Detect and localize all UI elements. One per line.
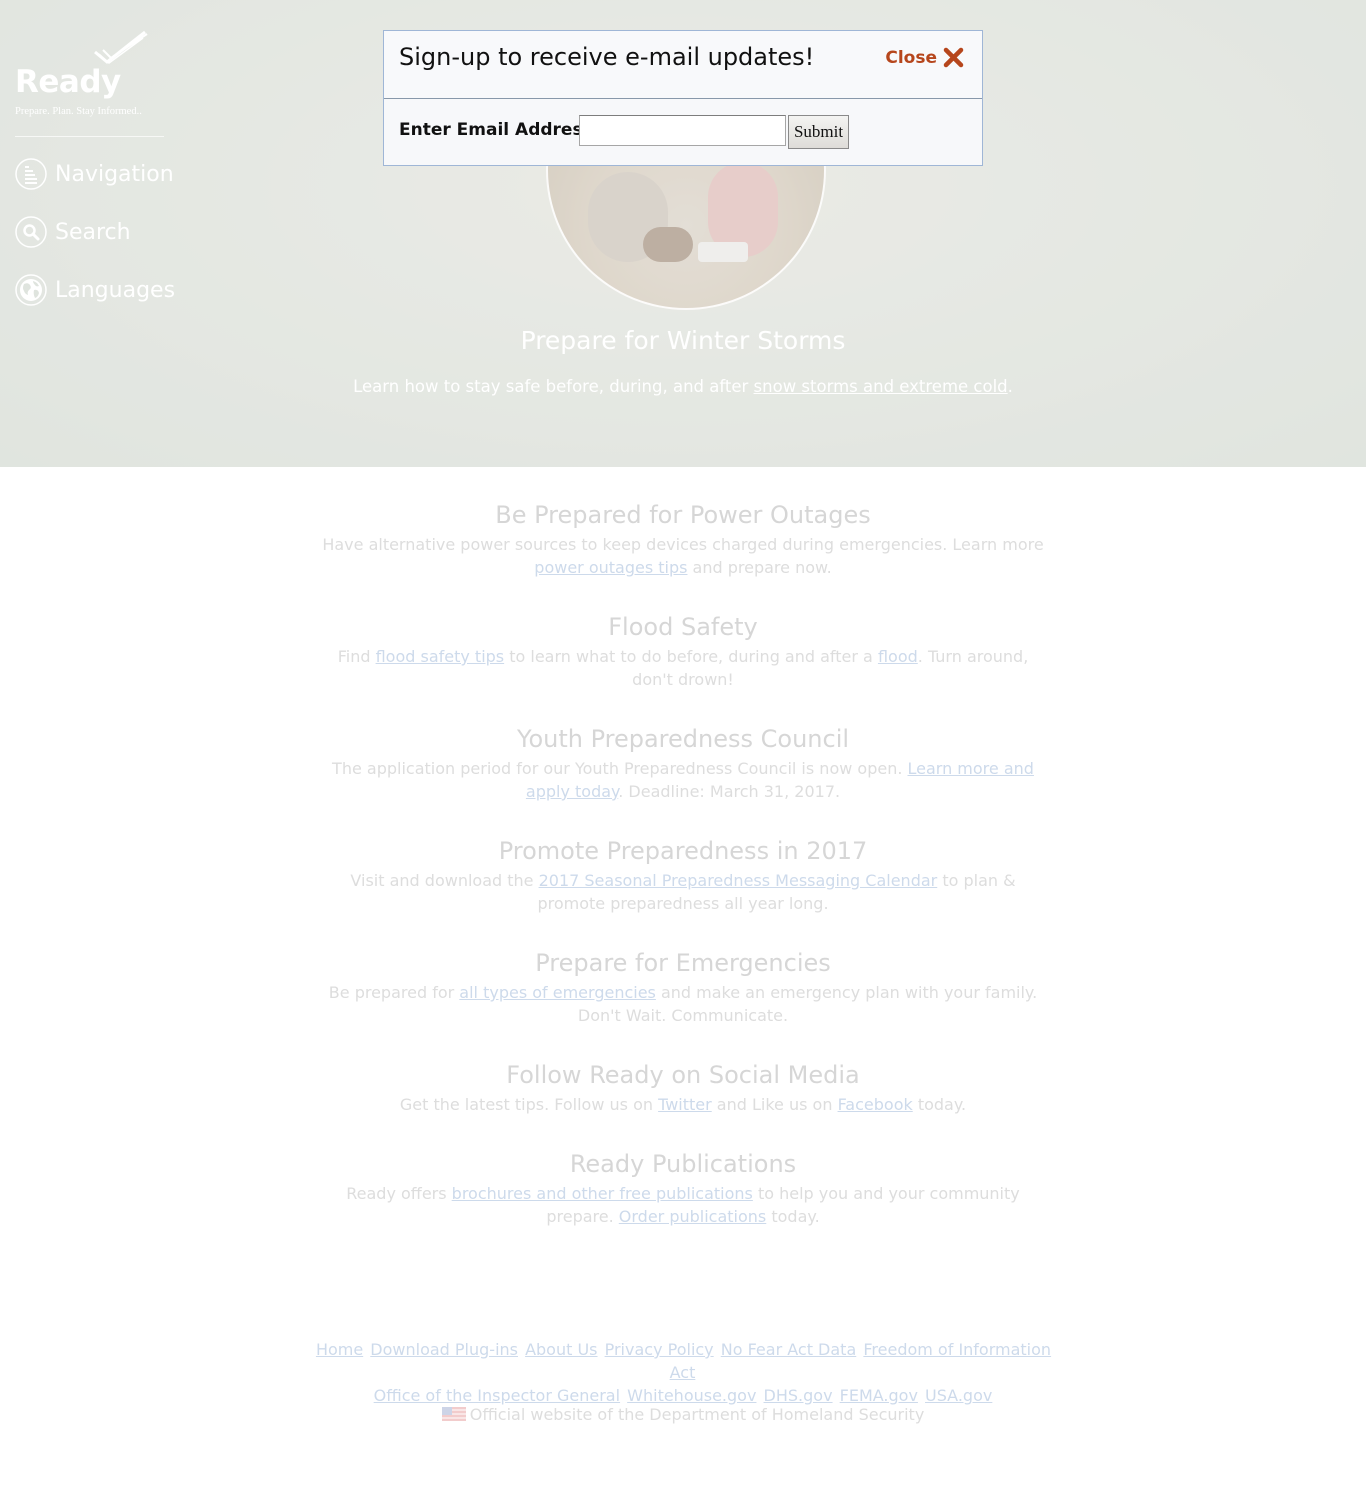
section-text: Have alternative power sources to keep d…: [300, 533, 1066, 579]
navigation-icon: [15, 158, 47, 190]
hero-subtitle: Learn how to stay safe before, during, a…: [0, 377, 1366, 396]
sidebar-divider: [15, 136, 164, 137]
footer-link-home[interactable]: Home: [316, 1340, 363, 1359]
section-title: Flood Safety: [608, 613, 758, 641]
footer-link-privacy[interactable]: Privacy Policy: [605, 1340, 714, 1359]
text: The application period for our Youth Pre…: [332, 759, 908, 778]
power-outages-tips-link[interactable]: power outages tips: [534, 558, 687, 577]
section-title: Follow Ready on Social Media: [506, 1061, 860, 1089]
submit-button[interactable]: Submit: [788, 115, 849, 149]
checkmark-logo-icon: [94, 30, 148, 64]
hero-title: Prepare for Winter Storms: [520, 326, 846, 355]
publications-link[interactable]: brochures and other free publications: [452, 1184, 753, 1203]
twitter-link[interactable]: Twitter: [658, 1095, 712, 1114]
official-website-notice: Official website of the Department of Ho…: [0, 1405, 1366, 1424]
section-title: Ready Publications: [569, 1150, 797, 1178]
text: today.: [766, 1207, 820, 1226]
sidebar-item-navigation[interactable]: Navigation: [15, 157, 174, 191]
sidebar-item-label: Search: [55, 219, 131, 245]
close-button[interactable]: Close: [885, 47, 964, 68]
ready-logo[interactable]: Ready Prepare. Plan. Stay Informed..: [15, 30, 165, 125]
section-power-outages: Be Prepared for Power Outages Have alter…: [300, 499, 1066, 579]
footer-link-dhs[interactable]: DHS.gov: [764, 1386, 833, 1405]
email-input[interactable]: [579, 115, 786, 146]
sidebar: Ready Prepare. Plan. Stay Informed.. Nav…: [0, 0, 180, 467]
text: Be prepared for: [328, 983, 460, 1002]
facebook-link[interactable]: Facebook: [838, 1095, 913, 1114]
section-publications: Ready Publications Ready offers brochure…: [300, 1148, 1066, 1228]
footer-link-inspector-general[interactable]: Office of the Inspector General: [374, 1386, 620, 1405]
footer-links: Home Download Plug-ins About Us Privacy …: [300, 1338, 1066, 1407]
globe-icon: [15, 274, 47, 306]
close-icon: [943, 47, 964, 68]
text: Ready offers: [346, 1184, 452, 1203]
hero-subtitle-end: .: [1007, 377, 1013, 396]
text: today.: [912, 1095, 967, 1114]
section-text: Visit and download the 2017 Seasonal Pre…: [300, 869, 1066, 915]
sidebar-item-label: Navigation: [55, 161, 174, 187]
winter-storms-link[interactable]: snow storms and extreme cold: [754, 377, 1008, 396]
section-flood-safety: Flood Safety Find flood safety tips to l…: [300, 611, 1066, 691]
official-text: Official website of the Department of Ho…: [469, 1405, 925, 1424]
search-icon: [15, 216, 47, 248]
section-title: Be Prepared for Power Outages: [495, 501, 871, 529]
text: Have alternative power sources to keep d…: [322, 535, 1044, 554]
section-youth-council: Youth Preparedness Council The applicati…: [300, 723, 1066, 803]
logo-wordmark: Ready: [15, 64, 121, 100]
flood-safety-tips-link[interactable]: flood safety tips: [376, 647, 505, 666]
text: to learn what to do before, during and a…: [504, 647, 878, 666]
section-text: Ready offers brochures and other free pu…: [300, 1182, 1066, 1228]
sidebar-item-search[interactable]: Search: [15, 215, 131, 249]
text: . Deadline: March 31, 2017.: [618, 782, 841, 801]
text: Visit and download the: [350, 871, 539, 890]
section-text: Be prepared for all types of emergencies…: [300, 981, 1066, 1027]
text: and Like us on: [711, 1095, 838, 1114]
modal-title: Sign-up to receive e-mail updates!: [399, 43, 815, 71]
footer-link-fema[interactable]: FEMA.gov: [840, 1386, 918, 1405]
email-label: Enter Email Address: [399, 120, 593, 140]
us-flag-icon: [441, 1407, 466, 1421]
section-title: Prepare for Emergencies: [535, 949, 831, 977]
hero-subtitle-text: Learn how to stay safe before, during, a…: [353, 377, 754, 396]
text: Find: [337, 647, 376, 666]
section-title: Promote Preparedness in 2017: [498, 837, 868, 865]
text: Get the latest tips. Follow us on: [399, 1095, 659, 1114]
section-promote-preparedness: Promote Preparedness in 2017 Visit and d…: [300, 835, 1066, 915]
footer-link-about[interactable]: About Us: [525, 1340, 597, 1359]
section-text: Find flood safety tips to learn what to …: [300, 645, 1066, 691]
footer-link-plugins[interactable]: Download Plug-ins: [370, 1340, 518, 1359]
section-prepare-emergencies: Prepare for Emergencies Be prepared for …: [300, 947, 1066, 1027]
email-signup-modal: Sign-up to receive e-mail updates! Close…: [383, 30, 983, 166]
modal-header: Sign-up to receive e-mail updates! Close: [384, 31, 982, 99]
sidebar-item-label: Languages: [55, 277, 176, 303]
footer-link-usa[interactable]: USA.gov: [925, 1386, 992, 1405]
flood-link[interactable]: flood: [878, 647, 918, 666]
footer-link-no-fear[interactable]: No Fear Act Data: [721, 1340, 857, 1359]
section-social-media: Follow Ready on Social Media Get the lat…: [300, 1059, 1066, 1116]
footer-link-whitehouse[interactable]: Whitehouse.gov: [627, 1386, 756, 1405]
emergencies-link[interactable]: all types of emergencies: [459, 983, 656, 1002]
sidebar-item-languages[interactable]: Languages: [15, 273, 175, 307]
section-text: Get the latest tips. Follow us on Twitte…: [300, 1093, 1066, 1116]
order-publications-link[interactable]: Order publications: [619, 1207, 766, 1226]
logo-tagline: Prepare. Plan. Stay Informed..: [15, 106, 142, 117]
section-text: The application period for our Youth Pre…: [300, 757, 1066, 803]
text: and prepare now.: [687, 558, 832, 577]
close-label: Close: [885, 47, 937, 68]
section-title: Youth Preparedness Council: [516, 725, 850, 753]
messaging-calendar-link[interactable]: 2017 Seasonal Preparedness Messaging Cal…: [539, 871, 938, 890]
